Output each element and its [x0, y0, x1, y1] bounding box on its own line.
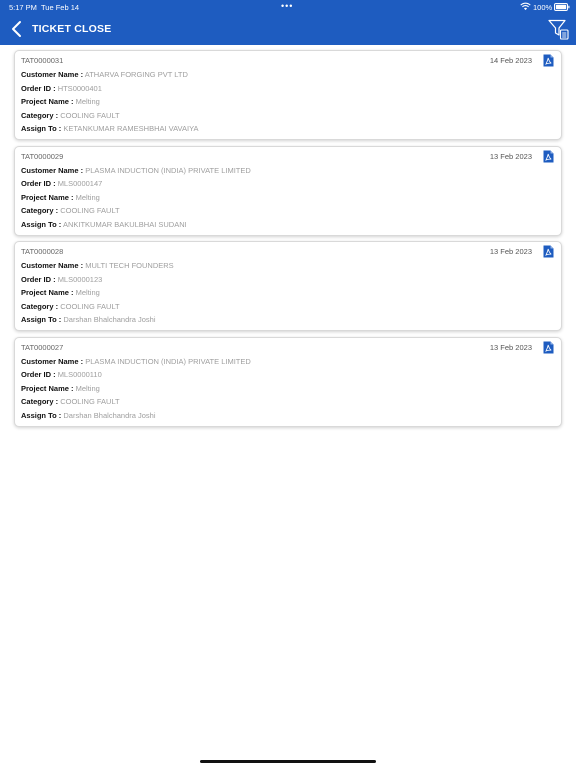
- category-row: Category : COOLING FAULT: [21, 111, 120, 120]
- customer-name-label: Customer Name :: [21, 70, 84, 79]
- ticket-id: TAT0000029: [21, 151, 64, 161]
- app-header: 5:17 PM Tue Feb 14 ••• 100% TICKET CLOSE: [0, 0, 576, 45]
- ticket-id: TAT0000028: [21, 247, 64, 256]
- order-id-label: Order ID :: [21, 179, 56, 188]
- category-label: Category :: [21, 110, 59, 120]
- order-id-label: Order ID :: [21, 370, 56, 379]
- order-id-value: MLS0000110: [57, 370, 102, 379]
- customer-name-row: Customer Name : PLASMA INDUCTION (INDIA)…: [21, 357, 251, 366]
- assign-to-value: KETANKUMAR RAMESHBHAI VAVAIYA: [63, 124, 199, 133]
- order-id-value: MLS0000147: [57, 179, 103, 188]
- multitask-dots[interactable]: •••: [281, 1, 293, 11]
- customer-name-row: Customer Name : MULTI TECH FOUNDERS: [21, 261, 174, 270]
- assign-to-label: Assign To :: [21, 315, 62, 324]
- home-indicator[interactable]: [200, 760, 376, 763]
- category-label: Category :: [21, 206, 59, 215]
- assign-to-row: Assign To : Darshan Bhalchandra Joshi: [21, 315, 156, 324]
- category-label: Category :: [21, 397, 59, 406]
- assign-to-row: Assign To : ANKITKUMAR BAKULBHAI SUDANI: [21, 220, 187, 229]
- project-name-value: Melting: [75, 97, 100, 106]
- customer-name-label: Customer Name :: [21, 165, 84, 175]
- assign-to-value: Darshan Bhalchandra Joshi: [63, 410, 156, 420]
- assign-to-value: ANKITKUMAR BAKULBHAI SUDANI: [62, 219, 187, 229]
- category-row: Category : COOLING FAULT: [21, 397, 120, 406]
- customer-name-value: PLASMA INDUCTION (INDIA) PRIVATE LIMITED: [85, 165, 251, 175]
- category-value: COOLING FAULT: [60, 110, 120, 120]
- order-id-row: Order ID : MLS0000110: [21, 370, 102, 379]
- battery-percent: 100%: [533, 3, 553, 12]
- ticket-date: 13 Feb 2023: [489, 151, 532, 161]
- category-value: COOLING FAULT: [60, 206, 120, 215]
- ticket-date: 13 Feb 2023: [489, 342, 532, 352]
- customer-name-row: Customer Name : PLASMA INDUCTION (INDIA)…: [21, 166, 251, 175]
- chevron-left-icon[interactable]: [9, 20, 25, 38]
- project-name-row: Project Name : Melting: [21, 288, 100, 297]
- customer-name-value: ATHARVA FORGING PVT LTD: [84, 70, 188, 79]
- category-row: Category : COOLING FAULT: [21, 302, 120, 311]
- pdf-icon[interactable]: [543, 245, 554, 258]
- project-name-row: Project Name : Melting: [21, 97, 100, 106]
- order-id-label: Order ID :: [21, 274, 56, 284]
- pdf-icon[interactable]: [543, 54, 554, 67]
- assign-to-label: Assign To :: [21, 410, 62, 420]
- customer-name-label: Customer Name :: [21, 261, 84, 270]
- pdf-icon[interactable]: [543, 150, 554, 163]
- order-id-row: Order ID : MLS0000147: [21, 179, 102, 188]
- order-id-row: Order ID : HTS0000401: [21, 84, 102, 93]
- ticket-id: TAT0000027: [21, 342, 64, 352]
- category-value: COOLING FAULT: [60, 397, 120, 406]
- project-name-value: Melting: [75, 288, 100, 297]
- ticket-card[interactable]: TAT0000027 13 Feb 2023 Customer Name : P…: [14, 336, 562, 427]
- ticket-date: 14 Feb 2023: [489, 56, 532, 65]
- page-title: TICKET CLOSE: [32, 23, 112, 35]
- ticket-card[interactable]: TAT0000028 13 Feb 2023 Customer Name : M…: [14, 241, 562, 331]
- battery-icon: [554, 3, 570, 11]
- status-bar: 5:17 PM Tue Feb 14 ••• 100%: [0, 0, 576, 14]
- status-date: Tue Feb 14: [41, 3, 80, 12]
- assign-to-label: Assign To :: [21, 219, 62, 229]
- filter-icon[interactable]: [548, 19, 569, 40]
- wifi-icon: [520, 2, 531, 11]
- project-name-label: Project Name :: [21, 288, 74, 297]
- project-name-row: Project Name : Melting: [21, 384, 100, 393]
- customer-name-value: MULTI TECH FOUNDERS: [85, 261, 174, 270]
- order-id-value: MLS0000123: [57, 274, 103, 284]
- category-label: Category :: [21, 301, 59, 311]
- project-name-label: Project Name :: [21, 383, 74, 393]
- category-row: Category : COOLING FAULT: [21, 206, 120, 215]
- project-name-value: Melting: [75, 192, 100, 202]
- assign-to-row: Assign To : Darshan Bhalchandra Joshi: [21, 411, 156, 420]
- project-name-value: Melting: [75, 383, 100, 393]
- customer-name-value: PLASMA INDUCTION (INDIA) PRIVATE LIMITED: [85, 356, 251, 366]
- ticket-card[interactable]: TAT0000031 14 Feb 2023 Customer Name : A…: [14, 50, 562, 140]
- ticket-date: 13 Feb 2023: [489, 247, 532, 256]
- assign-to-value: Darshan Bhalchandra Joshi: [63, 315, 156, 324]
- order-id-row: Order ID : MLS0000123: [21, 275, 102, 284]
- customer-name-label: Customer Name :: [21, 356, 84, 366]
- assign-to-label: Assign To :: [21, 124, 62, 133]
- assign-to-row: Assign To : KETANKUMAR RAMESHBHAI VAVAIY…: [21, 124, 199, 133]
- pdf-icon[interactable]: [543, 341, 554, 354]
- customer-name-row: Customer Name : ATHARVA FORGING PVT LTD: [21, 70, 188, 79]
- order-id-value: HTS0000401: [57, 83, 102, 93]
- order-id-label: Order ID :: [21, 83, 56, 93]
- status-time: 5:17 PM: [9, 3, 37, 12]
- category-value: COOLING FAULT: [60, 301, 120, 311]
- ticket-id: TAT0000031: [21, 56, 64, 65]
- ticket-card[interactable]: TAT0000029 13 Feb 2023 Customer Name : P…: [14, 145, 562, 236]
- project-name-label: Project Name :: [21, 97, 74, 106]
- ticket-list: TAT0000031 14 Feb 2023 Customer Name : A…: [14, 50, 562, 432]
- project-name-label: Project Name :: [21, 192, 74, 202]
- project-name-row: Project Name : Melting: [21, 193, 100, 202]
